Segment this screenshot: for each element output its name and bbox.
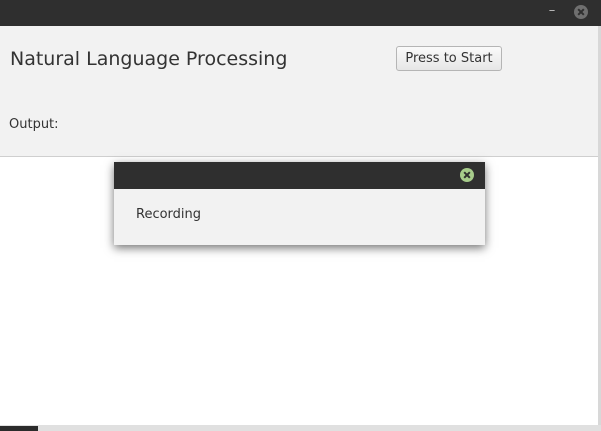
- recording-dialog: Recording: [114, 162, 485, 245]
- dialog-close-icon[interactable]: [460, 168, 474, 182]
- start-button[interactable]: Press to Start: [396, 46, 502, 71]
- taskbar-fragment: [0, 426, 38, 431]
- close-icon[interactable]: [574, 5, 588, 19]
- window-titlebar[interactable]: –: [0, 0, 601, 26]
- top-panel: Natural Language Processing Press to Sta…: [0, 26, 598, 157]
- dialog-message: Recording: [136, 207, 202, 222]
- minimize-icon[interactable]: –: [544, 4, 560, 20]
- dialog-titlebar[interactable]: [114, 162, 485, 189]
- window-bottom-border: [0, 425, 601, 431]
- output-label: Output:: [9, 117, 59, 132]
- app-title: Natural Language Processing: [10, 48, 288, 70]
